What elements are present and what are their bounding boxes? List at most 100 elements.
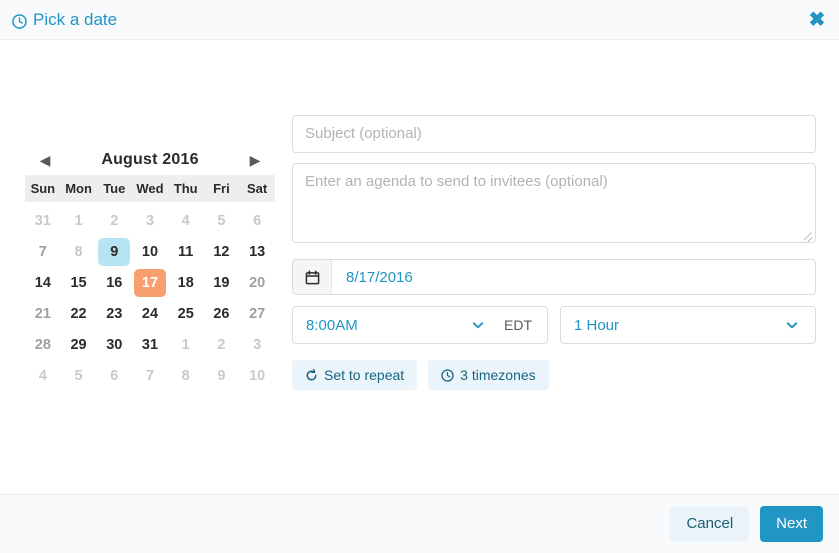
set-to-repeat-button[interactable]: Set to repeat xyxy=(292,360,418,390)
calendar-day-20[interactable]: 20 xyxy=(239,267,275,298)
calendar-day-15[interactable]: 15 xyxy=(61,267,97,298)
dialog-body: ◀ August 2016 ▶ Sun Mon Tue Wed Thu Fri … xyxy=(0,41,839,494)
calendar-day-label: 30 xyxy=(106,336,123,353)
calendar-prev-month-button[interactable]: ◀ xyxy=(35,150,55,170)
calendar-day-6[interactable]: 6 xyxy=(96,360,132,391)
calendar-day-label: 13 xyxy=(249,243,266,260)
calendar-day-1[interactable]: 1 xyxy=(168,329,204,360)
calendar-day-label: 1 xyxy=(181,336,190,353)
calendar-day-8[interactable]: 8 xyxy=(61,236,97,267)
agenda-placeholder-text: Enter an agenda to send to invitees (opt… xyxy=(305,173,608,190)
calendar-day-label: 20 xyxy=(249,274,266,291)
calendar-day-19[interactable]: 19 xyxy=(204,267,240,298)
calendar-day-label: 7 xyxy=(145,367,155,384)
calendar-day-31[interactable]: 31 xyxy=(132,329,168,360)
calendar-day-7[interactable]: 7 xyxy=(132,360,168,391)
calendar-day-22[interactable]: 22 xyxy=(61,298,97,329)
calendar-next-month-button[interactable]: ▶ xyxy=(245,150,265,170)
calendar-day-label: 8 xyxy=(181,367,190,384)
calendar-day-3[interactable]: 3 xyxy=(132,205,168,236)
calendar-day-31[interactable]: 31 xyxy=(25,205,61,236)
calendar-day-7[interactable]: 7 xyxy=(25,236,61,267)
calendar-day-2[interactable]: 2 xyxy=(204,329,240,360)
clock-icon xyxy=(441,368,454,382)
calendar-nav: ◀ August 2016 ▶ xyxy=(25,145,275,175)
timezones-button[interactable]: 3 timezones xyxy=(428,360,549,390)
date-field[interactable]: 8/17/2016 xyxy=(292,259,816,295)
calendar-day-16[interactable]: 16 xyxy=(96,267,132,298)
event-form: Subject (optional) Enter an agenda to se… xyxy=(292,115,816,390)
chevron-down-icon[interactable] xyxy=(467,318,489,332)
duration-select[interactable]: 1 Hour xyxy=(560,306,816,344)
calendar-day-5[interactable]: 5 xyxy=(204,205,240,236)
calendar-day-13[interactable]: 13 xyxy=(239,236,275,267)
calendar-day-26[interactable]: 26 xyxy=(204,298,240,329)
calendar-day-18[interactable]: 18 xyxy=(168,267,204,298)
calendar-day-2[interactable]: 2 xyxy=(96,205,132,236)
calendar-day-label: 7 xyxy=(38,243,47,260)
next-button[interactable]: Next xyxy=(760,506,823,542)
calendar-day-6[interactable]: 6 xyxy=(239,205,275,236)
timezone-label: EDT xyxy=(504,317,532,333)
calendar-day-28[interactable]: 28 xyxy=(25,329,61,360)
calendar-day-11[interactable]: 11 xyxy=(168,236,204,267)
calendar-day-29[interactable]: 29 xyxy=(61,329,97,360)
calendar-day-14[interactable]: 14 xyxy=(25,267,61,298)
calendar-day-9[interactable]: 9 xyxy=(96,236,132,267)
calendar-day-10[interactable]: 10 xyxy=(239,360,275,391)
date-value-text[interactable]: 8/17/2016 xyxy=(332,260,413,294)
calendar-day-17[interactable]: 17 xyxy=(132,267,168,298)
calendar-day-1[interactable]: 1 xyxy=(61,205,97,236)
calendar-day-label: 24 xyxy=(141,305,159,322)
calendar-day-label: 26 xyxy=(213,305,230,322)
calendar-day-9[interactable]: 9 xyxy=(204,360,240,391)
calendar-day-label: 19 xyxy=(213,274,230,291)
calendar-day-label: 27 xyxy=(249,305,266,322)
calendar-day-label: 4 xyxy=(38,367,47,384)
calendar-day-label: 2 xyxy=(110,212,119,229)
calendar-day-30[interactable]: 30 xyxy=(96,329,132,360)
calendar-day-label: 6 xyxy=(110,367,119,384)
calendar-day-12[interactable]: 12 xyxy=(204,236,240,267)
start-time-select[interactable]: 8:00AM EDT xyxy=(292,306,548,344)
calendar-month-year-label: August 2016 xyxy=(101,151,199,168)
chevron-down-icon[interactable] xyxy=(781,318,803,332)
pick-a-date-dialog: Pick a date ✖ ◀ August 2016 ▶ Sun Mon Tu… xyxy=(0,0,839,553)
calendar-day-10[interactable]: 10 xyxy=(132,236,168,267)
calendar-day-5[interactable]: 5 xyxy=(61,360,97,391)
calendar-day-label: 6 xyxy=(253,212,262,229)
calendar-weekday-header: Sun Mon Tue Wed Thu Fri Sat xyxy=(25,175,275,202)
calendar-day-24[interactable]: 24 xyxy=(132,298,168,329)
calendar-day-label: 17 xyxy=(133,268,166,297)
calendar-day-label: 18 xyxy=(177,274,194,291)
start-time-value: 8:00AM xyxy=(306,316,358,334)
calendar-day-label: 1 xyxy=(74,212,83,229)
dialog-title-text: Pick a date xyxy=(33,10,118,29)
resize-handle-icon[interactable] xyxy=(801,228,813,240)
calendar-day-label: 21 xyxy=(34,305,51,322)
date-picker-calendar: ◀ August 2016 ▶ Sun Mon Tue Wed Thu Fri … xyxy=(25,145,275,391)
dialog-footer: Cancel Next xyxy=(0,494,839,553)
calendar-day-4[interactable]: 4 xyxy=(25,360,61,391)
cancel-button[interactable]: Cancel xyxy=(670,506,750,542)
calendar-day-27[interactable]: 27 xyxy=(239,298,275,329)
calendar-day-3[interactable]: 3 xyxy=(239,329,275,360)
weekday-label: Fri xyxy=(213,181,230,196)
close-icon[interactable]: ✖ xyxy=(806,9,828,31)
calendar-day-label: 31 xyxy=(141,336,159,353)
calendar-day-grid: 31 1 2 3 4 5 6 7 8 9 10 11 12 13 14 15 16 17 18 19 20 21 22 23 2… xyxy=(25,205,275,391)
dialog-header: Pick a date ✖ xyxy=(0,0,839,40)
calendar-day-23[interactable]: 23 xyxy=(96,298,132,329)
calendar-day-4[interactable]: 4 xyxy=(168,205,204,236)
calendar-day-label: 5 xyxy=(217,212,226,229)
calendar-day-label: 3 xyxy=(145,212,155,229)
dialog-title: Pick a date xyxy=(12,10,117,30)
subject-input[interactable]: Subject (optional) xyxy=(292,115,816,153)
calendar-day-label: 9 xyxy=(98,237,131,266)
calendar-day-21[interactable]: 21 xyxy=(25,298,61,329)
calendar-day-8[interactable]: 8 xyxy=(168,360,204,391)
calendar-day-label: 2 xyxy=(217,336,226,353)
calendar-day-25[interactable]: 25 xyxy=(168,298,204,329)
footer-actions: Cancel Next xyxy=(670,506,823,542)
agenda-textarea[interactable]: Enter an agenda to send to invitees (opt… xyxy=(292,163,816,243)
